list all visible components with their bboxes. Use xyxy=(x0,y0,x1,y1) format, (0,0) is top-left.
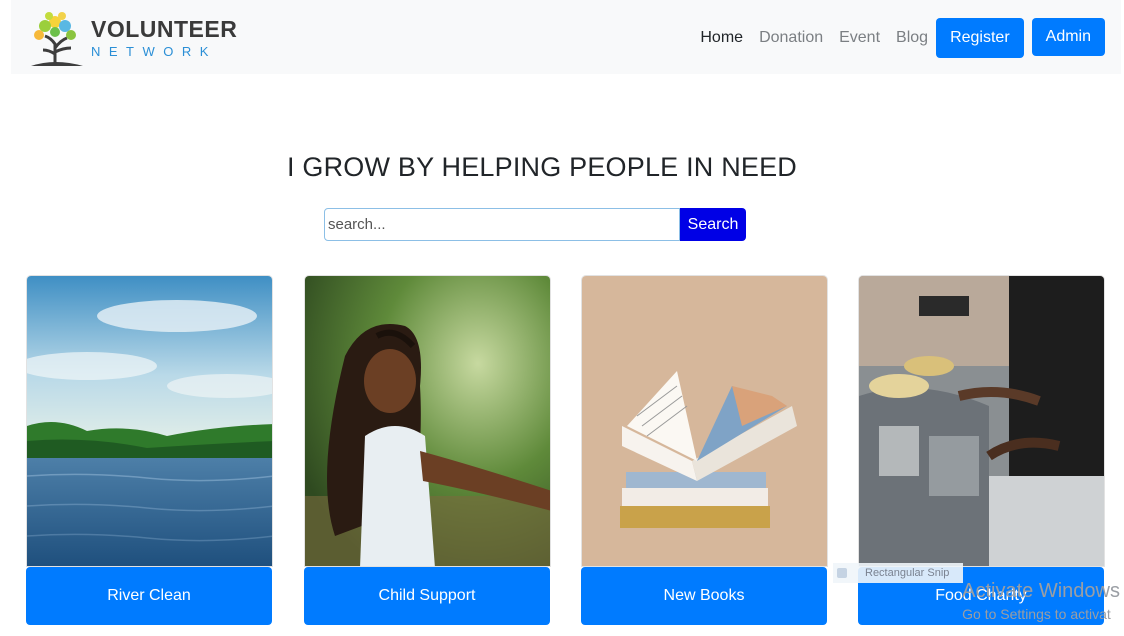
food-donation-image xyxy=(858,275,1105,567)
tree-logo-icon xyxy=(29,8,85,68)
brand-name: VOLUNTEER xyxy=(91,16,238,42)
brand[interactable]: VOLUNTEER NETWORK xyxy=(29,8,237,68)
event-card-new-books[interactable]: New Books xyxy=(581,275,828,625)
navbar: VOLUNTEER NETWORK Home Donation Event Bl… xyxy=(11,0,1121,74)
nav-link-event[interactable]: Event xyxy=(839,29,880,47)
nav-link-blog[interactable]: Blog xyxy=(896,29,928,47)
event-button-new-books[interactable]: New Books xyxy=(581,567,827,625)
search-bar: Search xyxy=(324,208,746,241)
nav-links: Home Donation Event Blog Register Admin xyxy=(684,18,1105,58)
event-card-river-clean[interactable]: River Clean xyxy=(26,275,273,625)
page-headline: I GROW BY HELPING PEOPLE IN NEED xyxy=(286,152,798,182)
search-button[interactable]: Search xyxy=(680,208,746,241)
nav-link-home[interactable]: Home xyxy=(700,29,743,47)
snip-label: Rectangular Snip xyxy=(865,567,950,579)
event-card-child-support[interactable]: Child Support xyxy=(304,275,551,625)
snip-tooltip: Rectangular Snip xyxy=(833,563,963,583)
register-button[interactable]: Register xyxy=(936,18,1024,58)
event-button-child-support[interactable]: Child Support xyxy=(304,567,550,625)
event-button-river-clean[interactable]: River Clean xyxy=(26,567,272,625)
brand-text: VOLUNTEER NETWORK xyxy=(91,16,238,59)
river-landscape-image xyxy=(26,275,273,567)
brand-subname: NETWORK xyxy=(91,44,217,59)
snip-icon xyxy=(837,568,847,578)
admin-button[interactable]: Admin xyxy=(1031,18,1105,56)
smiling-girl-image xyxy=(304,275,551,567)
search-input[interactable] xyxy=(324,208,680,241)
nav-link-donation[interactable]: Donation xyxy=(759,29,823,47)
open-book-stack-image xyxy=(581,275,828,567)
